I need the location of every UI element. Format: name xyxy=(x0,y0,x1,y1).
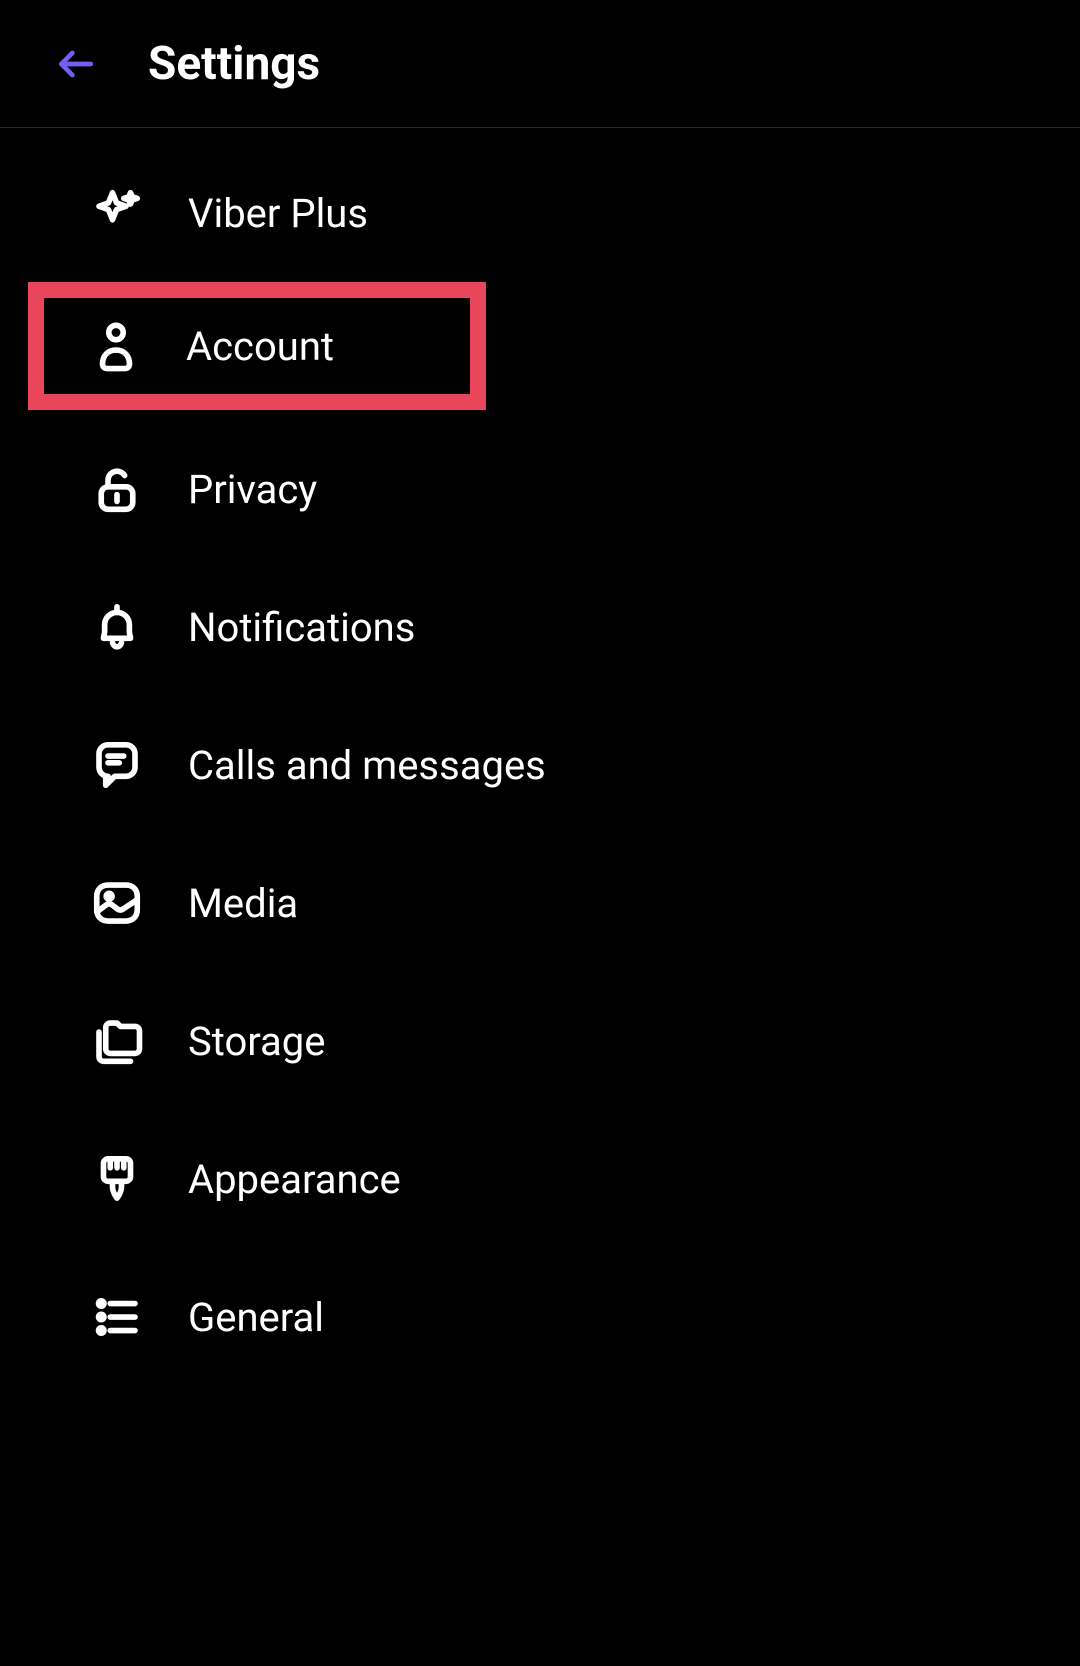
settings-item-label: Appearance xyxy=(188,1156,401,1203)
sparkle-icon xyxy=(88,186,146,240)
account-icon xyxy=(88,319,144,373)
brush-icon xyxy=(88,1152,146,1206)
settings-item-label: Account xyxy=(186,323,334,370)
settings-item-label: Notifications xyxy=(188,604,415,651)
settings-list: Viber Plus Account Privacy Notifications… xyxy=(0,128,1080,1386)
arrow-left-icon xyxy=(54,42,98,86)
back-button[interactable] xyxy=(48,36,104,92)
settings-item-label: Privacy xyxy=(188,466,317,513)
settings-item-label: Storage xyxy=(188,1018,325,1065)
bell-icon xyxy=(88,600,146,654)
page-title: Settings xyxy=(148,37,320,91)
settings-item-media[interactable]: Media xyxy=(0,834,1080,972)
settings-item-account[interactable]: Account xyxy=(0,282,1080,420)
settings-item-appearance[interactable]: Appearance xyxy=(0,1110,1080,1248)
settings-item-privacy[interactable]: Privacy xyxy=(0,420,1080,558)
header: Settings xyxy=(0,0,1080,128)
list-icon xyxy=(88,1290,146,1344)
settings-item-general[interactable]: General xyxy=(0,1248,1080,1386)
lock-open-icon xyxy=(88,462,146,516)
message-icon xyxy=(88,738,146,792)
settings-item-label: Viber Plus xyxy=(188,190,368,237)
settings-item-notifications[interactable]: Notifications xyxy=(0,558,1080,696)
highlight-box: Account xyxy=(28,282,486,410)
folders-icon xyxy=(88,1014,146,1068)
settings-item-label: General xyxy=(188,1294,324,1341)
settings-item-storage[interactable]: Storage xyxy=(0,972,1080,1110)
settings-item-viber-plus[interactable]: Viber Plus xyxy=(0,144,1080,282)
settings-item-label: Media xyxy=(188,880,298,927)
settings-item-label: Calls and messages xyxy=(188,742,546,789)
settings-item-calls-messages[interactable]: Calls and messages xyxy=(0,696,1080,834)
media-icon xyxy=(88,876,146,930)
